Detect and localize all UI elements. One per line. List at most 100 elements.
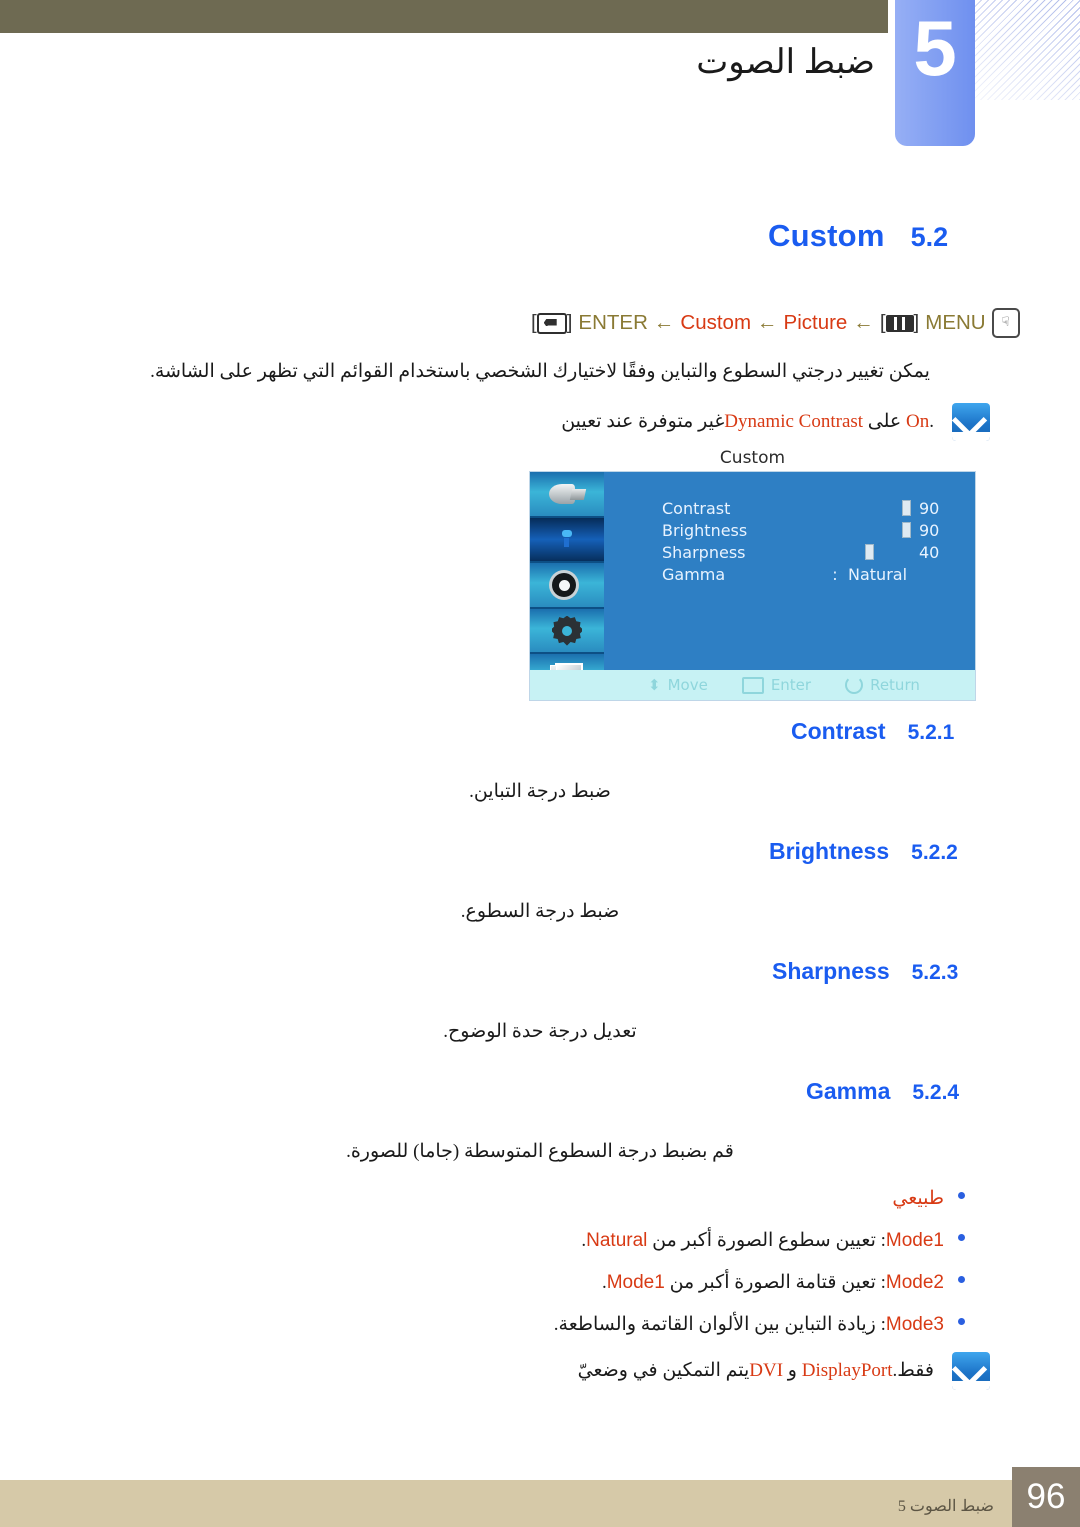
subsection-title: Sharpness [772, 958, 890, 984]
gamma-option-term: Mode1 [885, 1230, 944, 1251]
section-number: 5.2 [910, 222, 949, 252]
osd-return-hint[interactable]: Return [845, 676, 920, 694]
subsection-heading-contrast: Contrast 5.2.1 [791, 718, 954, 745]
subsection-title: Brightness [769, 838, 890, 864]
osd-sidebar [530, 472, 604, 700]
subsection-heading-brightness: Brightness 5.2.2 [769, 838, 958, 865]
gamma-option-natural: طبيعي [892, 1188, 944, 1209]
osd-title: Custom [719, 448, 786, 468]
intro-paragraph: يمكن تغيير درجتي السطوع والتباين وفقًا ل… [150, 361, 930, 382]
osd-row-colon: : [832, 564, 838, 584]
hand-press-icon: ☟ [991, 308, 1020, 338]
breadcrumb-menu: MENU [925, 311, 986, 334]
subsection-number: 5.2.2 [911, 841, 958, 864]
note-icon [952, 1352, 990, 1390]
note-value: On [906, 411, 930, 433]
gamma-option-term: Mode2 [885, 1272, 944, 1293]
note-prefix: يتم التمكين في وضعيّ [577, 1360, 750, 1382]
osd-picture-icon[interactable] [530, 472, 604, 518]
subsection-number: 5.2.3 [911, 961, 959, 984]
osd-row-slider[interactable] [822, 500, 919, 516]
breadcrumb-custom: Custom [680, 311, 752, 334]
breadcrumb-arrow-2: ← [757, 311, 778, 334]
note-text: فقط.DisplayPort و DVIيتم التمكين في وضعي… [578, 1357, 934, 1385]
osd-row-list: Contrast 90 Brightness 90 Sharpness 40 G… [662, 498, 961, 586]
osd-row-label: Sharpness [662, 542, 746, 562]
osd-sound-icon[interactable] [530, 563, 604, 609]
gamma-option-mode2: Mode2: تعين قتامة الصورة أكبر من Mode1. [602, 1271, 944, 1294]
breadcrumb-arrow-1: ← [653, 311, 675, 334]
manual-page: 5 ضبط الصوت Custom 5.2 [] ENTER ← Custom… [0, 0, 1080, 1527]
list-item: Mode1: تعيين سطوع الصورة أكبر من Natural… [581, 1229, 965, 1252]
enter-glyph-icon [741, 676, 764, 694]
enter-key-icon: [] [531, 311, 573, 334]
subsection-heading-sharpness: Sharpness 5.2.3 [772, 958, 958, 985]
osd-row-slider[interactable] [822, 544, 919, 560]
osd-row[interactable]: Gamma : Natural [662, 564, 961, 584]
subsection-title: Contrast [791, 718, 886, 744]
osd-row-slider[interactable] [822, 522, 919, 538]
gamma-option-mode1: Mode1: تعيين سطوع الصورة أكبر من Natural… [581, 1229, 944, 1252]
subsection-number: 5.2.1 [907, 721, 955, 744]
gamma-option-text: : زيادة التباين بين الألوان القاتمة والس… [553, 1314, 886, 1335]
note-suffix: فقط. [892, 1360, 934, 1382]
up-down-arrow-icon: ⬍ [648, 675, 661, 694]
note-text: .On على Dynamic Contrastغير متوفرة عند ت… [561, 408, 934, 436]
list-item: طبيعي [892, 1187, 965, 1210]
osd-setup-icon[interactable] [530, 608, 604, 655]
subsection-number: 5.2.4 [912, 1081, 960, 1104]
subsection-body-gamma: قم بضبط درجة السطوع المتوسطة (جاما) للصو… [346, 1141, 734, 1162]
list-item: Mode3: زيادة التباين بين الألوان القاتمة… [554, 1313, 965, 1336]
osd-row-value: 90 [919, 498, 940, 518]
osd-row-value: 40 [919, 542, 940, 562]
subsection-body-contrast: ضبط درجة التباين. [469, 781, 611, 802]
note-suffix: . [929, 411, 934, 433]
header-olive-bar [0, 0, 888, 33]
osd-enter-label: Enter [770, 676, 812, 694]
gamma-option-ref: Mode1 [606, 1272, 665, 1293]
bullet-dot-icon [958, 1192, 965, 1199]
footer-chapter-label: ضبط الصوت 5 [897, 1498, 994, 1515]
subsection-title: Gamma [806, 1078, 891, 1104]
note-conjunction: و [783, 1360, 802, 1382]
osd-bottom-bar: ⬍ Move Enter Return [530, 670, 975, 700]
note-dvi-displayport: فقط.DisplayPort و DVIيتم التمكين في وضعي… [115, 1352, 990, 1390]
osd-row[interactable]: Brightness 90 [662, 520, 961, 540]
osd-color-icon[interactable] [530, 517, 604, 564]
chapter-number-tab: 5 [895, 0, 975, 146]
section-heading: Custom 5.2 [768, 218, 948, 254]
osd-move-hint[interactable]: ⬍ Move [648, 676, 708, 694]
breadcrumb: [] ENTER ← Custom ← Picture ← [] MENU ☟ [531, 308, 1020, 338]
note-dynamic-contrast: .On على Dynamic Contrastغير متوفرة عند ت… [115, 403, 990, 441]
page-number: 96 [1012, 1467, 1080, 1527]
note-term-displayport: DisplayPort [801, 1360, 893, 1382]
osd-return-label: Return [870, 676, 920, 694]
chapter-title: ضبط الصوت [696, 44, 875, 81]
list-item: Mode2: تعين قتامة الصورة أكبر من Mode1. [602, 1271, 965, 1294]
osd-enter-hint[interactable]: Enter [741, 676, 812, 694]
osd-content: Contrast 90 Brightness 90 Sharpness 40 G… [604, 472, 975, 700]
bullet-dot-icon [958, 1318, 965, 1325]
osd-row-value: Natural [848, 564, 908, 584]
note-prefix: غير متوفرة عند تعيين [561, 411, 725, 433]
subsection-body-sharpness: تعديل درجة حدة الوضوح. [443, 1021, 637, 1042]
osd-row[interactable]: Contrast 90 [662, 498, 961, 518]
note-term-dvi: DVI [749, 1360, 784, 1382]
breadcrumb-arrow-3: ← [853, 311, 874, 334]
osd-row-value: 90 [919, 520, 940, 540]
osd-row[interactable]: Sharpness 40 [662, 542, 961, 562]
menu-key-icon: [] [879, 311, 920, 334]
osd-row-label: Brightness [662, 520, 748, 540]
gamma-option-ref: Natural [586, 1230, 648, 1251]
note-icon [952, 403, 990, 441]
bullet-dot-icon [958, 1234, 965, 1241]
return-arrow-icon [845, 676, 864, 694]
subsection-heading-gamma: Gamma 5.2.4 [806, 1078, 959, 1105]
subsection-body-brightness: ضبط درجة السطوع. [460, 901, 620, 922]
osd-row-label: Gamma [662, 564, 726, 584]
bullet-dot-icon [958, 1276, 965, 1283]
gamma-option-mode3: Mode3: زيادة التباين بين الألوان القاتمة… [554, 1313, 944, 1336]
osd-screenshot: Custom Contrast 90 Brightness 90 Sharpne… [530, 448, 975, 700]
gamma-option-text: : تعيين سطوع الصورة أكبر من [647, 1230, 886, 1251]
note-term: Dynamic Contrast [724, 411, 864, 433]
